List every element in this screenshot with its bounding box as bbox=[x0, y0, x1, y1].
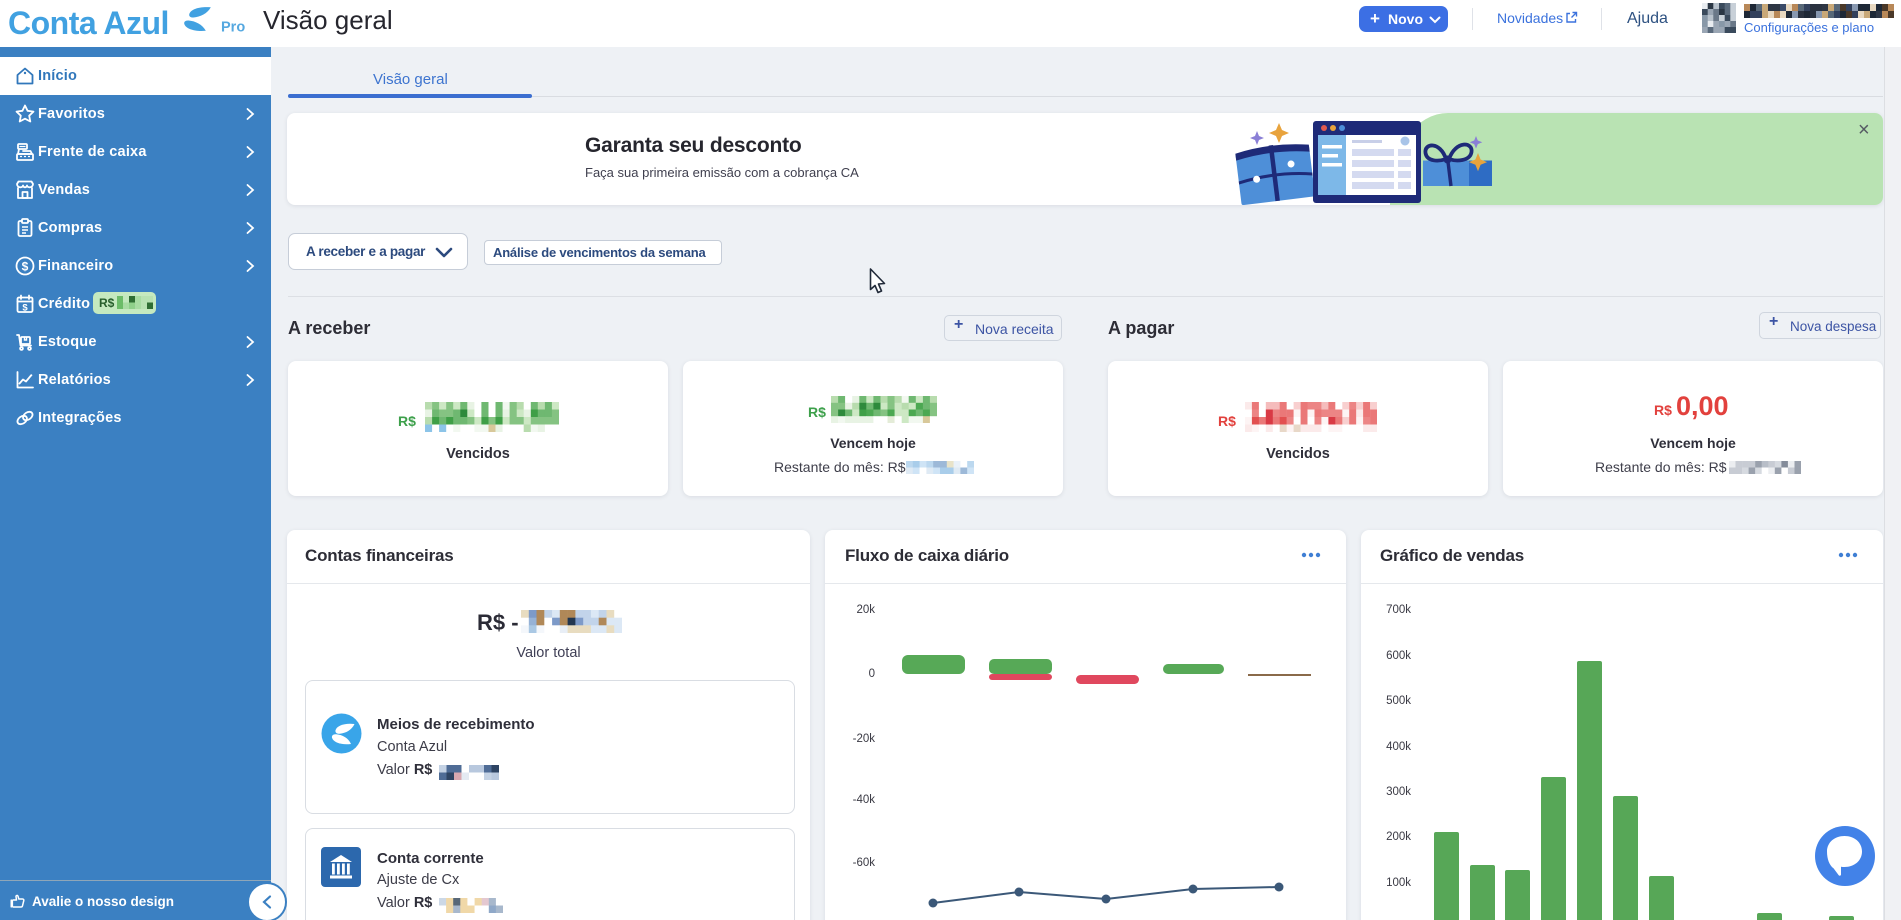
svg-text:Pro: Pro bbox=[221, 20, 245, 36]
svg-text:$: $ bbox=[22, 260, 29, 274]
svg-text:Conta Azul: Conta Azul bbox=[8, 6, 169, 41]
svg-text:$: $ bbox=[22, 303, 28, 314]
